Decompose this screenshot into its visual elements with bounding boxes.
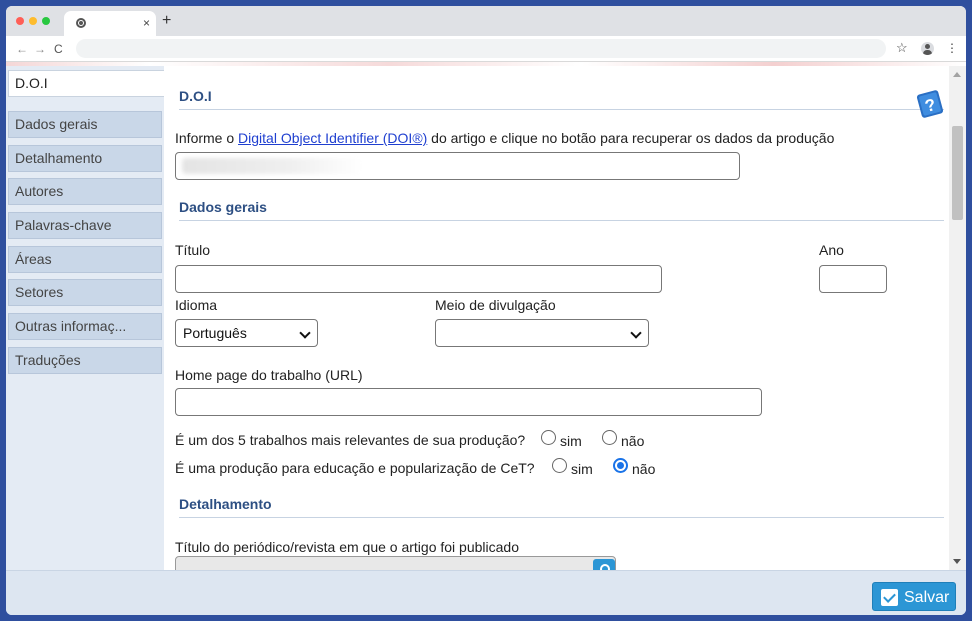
ano-input[interactable] [819, 265, 887, 293]
reload-icon[interactable]: C [54, 41, 63, 57]
sidebar-item-areas[interactable]: Áreas [8, 246, 162, 273]
new-tab-button[interactable]: + [162, 11, 171, 31]
section-title-dados-gerais: Dados gerais [179, 199, 944, 221]
popularizacao-nao-radio[interactable] [613, 458, 628, 473]
relevantes-sim-radio[interactable] [541, 430, 556, 445]
sidebar-item-dados-gerais[interactable]: Dados gerais [8, 111, 162, 138]
popularizacao-nao-label: não [632, 461, 656, 477]
idioma-selected-value: Português [183, 325, 247, 341]
meio-divulgacao-label: Meio de divulgação [435, 297, 556, 313]
sidebar: D.O.I Dados gerais Detalhamento Autores … [6, 66, 164, 570]
search-icon[interactable] [593, 559, 615, 570]
minimize-window-button[interactable] [29, 17, 37, 25]
idioma-label: Idioma [175, 297, 218, 313]
scroll-up-arrow-icon[interactable] [953, 72, 961, 77]
chevron-down-icon [630, 327, 642, 339]
address-bar[interactable] [76, 39, 886, 58]
form-panel: D.O.I ? Informe o Digital Object Identif… [164, 66, 949, 570]
section-title-doi: D.O.I [179, 88, 944, 110]
doi-input[interactable] [175, 152, 740, 180]
titulo-input[interactable] [175, 265, 662, 293]
sidebar-item-doi[interactable]: D.O.I [8, 70, 164, 97]
relevantes-nao-radio[interactable] [602, 430, 617, 445]
tab-bar: × + [6, 6, 966, 36]
meio-divulgacao-select[interactable] [435, 319, 649, 347]
browser-menu-icon[interactable]: ⋮ [946, 40, 958, 56]
chevron-down-icon [299, 327, 311, 339]
vertical-scrollbar[interactable] [949, 66, 966, 570]
tab-close-icon[interactable]: × [143, 15, 150, 31]
checkmark-icon [881, 589, 898, 606]
profile-avatar-icon[interactable] [921, 42, 934, 55]
back-arrow-icon[interactable]: ← [16, 41, 28, 57]
browser-toolbar: ← → C ☆ ⋮ [6, 36, 966, 62]
popularizacao-sim-label: sim [571, 461, 593, 477]
form-footer: Salvar [6, 570, 966, 615]
doi-info-link[interactable]: Digital Object Identifier (DOI®) [238, 130, 427, 146]
periodico-input[interactable] [175, 556, 616, 570]
relevantes-question: É um dos 5 trabalhos mais relevantes de … [175, 432, 526, 448]
titulo-label: Título [175, 242, 211, 258]
sidebar-item-detalhamento[interactable]: Detalhamento [8, 145, 162, 172]
bookmark-star-icon[interactable]: ☆ [896, 40, 908, 56]
maximize-window-button[interactable] [42, 17, 50, 25]
sidebar-item-palavras-chave[interactable]: Palavras-chave [8, 212, 162, 239]
browser-tab[interactable]: × [64, 11, 156, 36]
relevantes-sim-label: sim [560, 433, 582, 449]
save-button-label: Salvar [904, 589, 950, 606]
sidebar-item-autores[interactable]: Autores [8, 178, 162, 205]
section-title-detalhamento: Detalhamento [179, 496, 944, 518]
save-button[interactable]: Salvar [872, 582, 956, 611]
scroll-down-arrow-icon[interactable] [953, 559, 961, 564]
homepage-url-input[interactable] [175, 388, 762, 416]
ano-label: Ano [819, 242, 844, 258]
scrollbar-thumb[interactable] [952, 126, 963, 220]
close-window-button[interactable] [16, 17, 24, 25]
idioma-select[interactable]: Português [175, 319, 318, 347]
blurred-doi-value [182, 158, 362, 174]
browser-window: × + ← → C ☆ ⋮ D.O.I Dados gerais Detalha… [6, 6, 966, 615]
chrome-icon [76, 18, 86, 28]
sidebar-item-setores[interactable]: Setores [8, 279, 162, 306]
periodico-label: Título do periódico/revista em que o art… [175, 539, 519, 555]
homepage-label: Home page do trabalho (URL) [175, 367, 363, 383]
sidebar-item-traducoes[interactable]: Traduções [8, 347, 162, 374]
popularizacao-sim-radio[interactable] [552, 458, 567, 473]
forward-arrow-icon[interactable]: → [34, 41, 46, 57]
doi-instructions: Informe o Digital Object Identifier (DOI… [175, 130, 835, 146]
popularizacao-question: É uma produção para educação e populariz… [175, 460, 535, 476]
sidebar-item-outras-informacoes[interactable]: Outras informaç... [8, 313, 162, 340]
relevantes-nao-label: não [621, 433, 645, 449]
